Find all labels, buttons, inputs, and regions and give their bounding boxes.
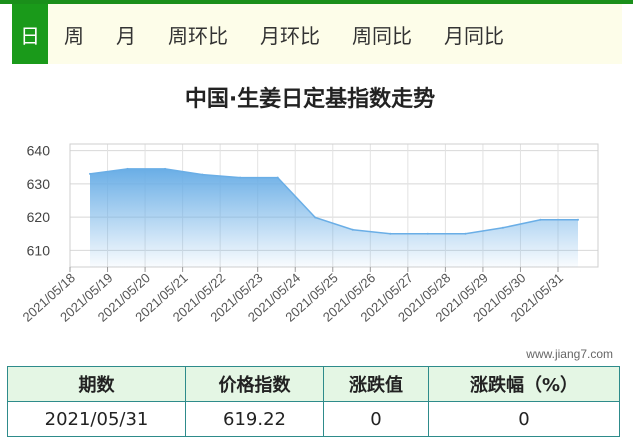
header-change-percent: 涨跌幅（%）	[428, 366, 620, 402]
data-point	[426, 232, 429, 235]
table-row: 2021/05/31 619.22 0 0	[7, 401, 620, 437]
tab-month-on-month[interactable]: 月环比	[244, 4, 336, 64]
data-point	[577, 218, 579, 221]
tab-week[interactable]: 周	[48, 4, 100, 64]
header-period: 期数	[7, 366, 186, 402]
y-tick-label: 610	[27, 242, 51, 258]
tab-month-year-on-year[interactable]: 月同比	[428, 4, 520, 64]
period-tab-bar: 日 周 月 周环比 月环比 周同比 月同比	[12, 4, 622, 64]
header-change-value: 涨跌值	[323, 366, 429, 402]
data-point	[89, 172, 91, 175]
data-point	[464, 232, 467, 235]
price-index-chart: 中国·生姜日定基指数走势 610 620 630 640 2021/05/18 2021/0…	[0, 70, 633, 365]
watermark: www.jiang7.com	[526, 347, 613, 361]
data-point	[276, 176, 279, 179]
cell-change-percent: 0	[428, 401, 620, 437]
chart-svg: 中国·生姜日定基指数走势6106206306402021/05/182021/0…	[20, 86, 599, 325]
cell-period: 2021/05/31	[7, 401, 186, 437]
data-point	[389, 232, 392, 235]
cell-change-value: 0	[323, 401, 429, 437]
summary-table: 期数 价格指数 涨跌值 涨跌幅（%） 2021/05/31 619.22 0 0	[7, 366, 620, 437]
tab-month[interactable]: 月	[100, 4, 152, 64]
data-point	[539, 218, 542, 221]
data-point	[501, 226, 504, 229]
y-tick-label: 630	[27, 176, 51, 192]
tab-week-year-on-year[interactable]: 周同比	[336, 4, 428, 64]
data-point	[126, 167, 129, 170]
table-header-row: 期数 价格指数 涨跌值 涨跌幅（%）	[7, 366, 620, 402]
header-price-index: 价格指数	[185, 366, 324, 402]
data-point	[351, 228, 354, 231]
tab-week-on-week[interactable]: 周环比	[152, 4, 244, 64]
cell-price-index: 619.22	[185, 401, 324, 437]
data-point	[314, 216, 317, 219]
chart-title: 中国·生姜日定基指数走势	[185, 86, 435, 112]
data-point	[201, 173, 204, 176]
y-tick-label: 640	[27, 143, 51, 159]
tab-day[interactable]: 日	[12, 4, 48, 64]
y-tick-label: 620	[27, 209, 51, 225]
data-point	[239, 176, 242, 179]
data-point	[164, 167, 167, 170]
